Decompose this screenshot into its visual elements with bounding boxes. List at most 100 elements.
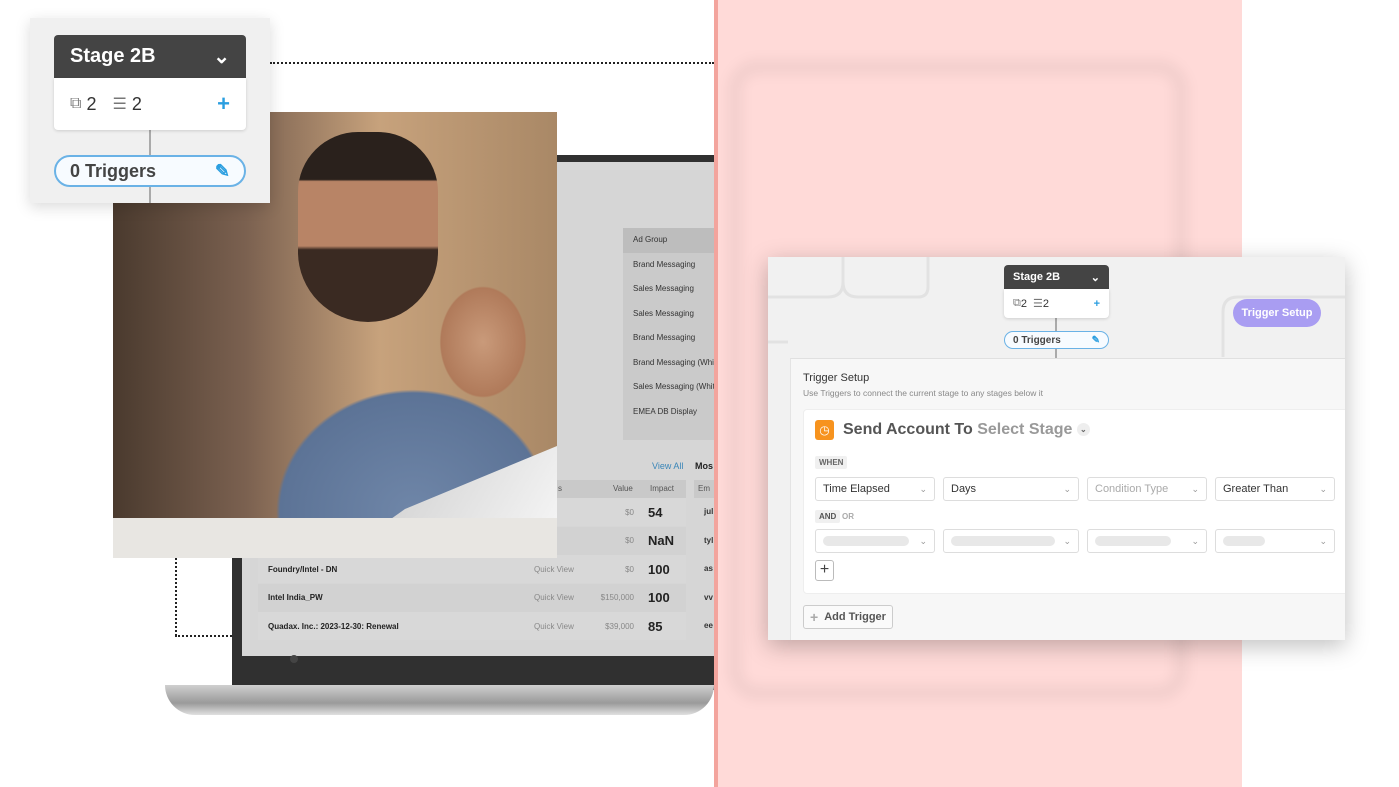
triggers-label: 0 Triggers	[70, 160, 157, 181]
cell-name: Intel India_PW	[268, 593, 323, 602]
chevron-down-icon: ⌄	[919, 483, 927, 494]
stage-header[interactable]: Stage 2B ⌄	[1004, 265, 1109, 289]
cell-action[interactable]: Quick View	[534, 622, 574, 631]
stage-title: Stage 2B	[1013, 271, 1061, 283]
stage-body: ⧉ 2 ☰ 2 +	[1004, 289, 1109, 318]
list-item[interactable]: Sales Messaging	[623, 302, 714, 327]
tasks-count: 2	[131, 93, 142, 114]
desk	[113, 518, 557, 558]
cell-value: $39,000	[605, 621, 634, 631]
list-item[interactable]: EMEA DB Display	[623, 400, 714, 425]
list-item[interactable]: Brand Messaging	[623, 326, 714, 351]
operator-select[interactable]: Greater Than ⌄	[1215, 477, 1335, 501]
cell-value: $150,000	[600, 593, 634, 602]
table-row[interactable]: Intel India_PW Quick View $150,000 100	[258, 583, 686, 612]
empty-select[interactable]: ⌄	[815, 529, 935, 553]
list-item[interactable]: Sales Messaging	[623, 277, 714, 302]
view-all-link[interactable]: View All	[652, 461, 683, 471]
chevron-down-icon[interactable]: ⌄	[213, 44, 230, 69]
section-title: Mos	[695, 461, 713, 471]
list-item[interactable]: Brand Messaging	[623, 253, 714, 278]
chevron-down-icon[interactable]: ⌄	[1091, 271, 1100, 284]
section-subtitle: Use Triggers to connect the current stag…	[803, 388, 1044, 398]
connector-line	[175, 635, 232, 637]
empty-select[interactable]: ⌄	[943, 529, 1079, 553]
or-toggle[interactable]: OR	[838, 510, 858, 523]
copy-icon: ⧉	[70, 95, 82, 112]
cell-email: vv	[704, 592, 713, 602]
chevron-down-icon: ⌄	[1319, 483, 1327, 494]
list-item[interactable]: Brand Messaging (Whi	[623, 351, 714, 376]
select-value: Greater Than	[1223, 483, 1289, 495]
cell-action[interactable]: Quick View	[534, 565, 574, 574]
stage-header[interactable]: Stage 2B ⌄	[54, 35, 246, 78]
cell-impact: NaN	[648, 533, 675, 548]
checklist-icon: ☰	[1032, 298, 1043, 310]
stage-title: Stage 2B	[70, 45, 156, 67]
when-label: WHEN	[815, 456, 848, 469]
empty-select[interactable]: ⌄	[1215, 529, 1335, 553]
add-button[interactable]: +	[1094, 298, 1100, 310]
connector-stem	[1055, 318, 1057, 332]
add-button[interactable]: +	[217, 91, 230, 117]
header-impact: Impact	[650, 484, 675, 493]
unit-select[interactable]: Days ⌄	[943, 477, 1079, 501]
add-trigger-label: Add Trigger	[824, 611, 886, 623]
cell-email: tyl	[704, 535, 714, 545]
table-row[interactable]: Foundry/Intel - DN Quick View $0 100	[258, 555, 686, 583]
select-value: Days	[951, 483, 977, 495]
section-title: Trigger Setup	[803, 372, 870, 384]
send-label: Send Account To	[843, 421, 973, 438]
condition-field-select[interactable]: Time Elapsed ⌄	[815, 477, 935, 501]
select-placeholder: Condition Type	[1095, 483, 1169, 495]
connector-line	[270, 62, 714, 64]
header-name: s	[558, 484, 562, 493]
condition-type-select[interactable]: Condition Type ⌄	[1087, 477, 1207, 501]
header-email: Em	[694, 480, 714, 498]
header-value: Value	[613, 484, 633, 493]
plus-icon: +	[810, 609, 819, 625]
checklist-icon: ☰	[112, 96, 127, 113]
cell-value: $0	[625, 564, 634, 574]
webcam	[290, 655, 298, 663]
stage-body: ⧉ 2 ☰ 2 +	[54, 78, 246, 130]
triggers-pill[interactable]: 0 Triggers ✎	[1004, 331, 1109, 349]
add-condition-button[interactable]: +	[815, 560, 834, 581]
stage-select[interactable]: Select Stage	[977, 421, 1072, 438]
list-item[interactable]: Sales Messaging (Whit	[623, 375, 714, 400]
cell-email: ee	[704, 621, 713, 630]
trigger-setup-pill[interactable]: Trigger Setup	[1233, 299, 1321, 327]
trigger-card: ◷ Send Account To Select Stage ⌄ WHEN Ti…	[803, 409, 1345, 594]
pencil-icon[interactable]: ✎	[215, 161, 230, 182]
add-trigger-button[interactable]: + Add Trigger	[803, 605, 893, 629]
triggers-label: 0 Triggers	[1013, 334, 1061, 346]
cell-value: $0	[625, 536, 634, 545]
clock-icon: ◷	[815, 420, 834, 440]
laptop-base	[165, 685, 714, 715]
list-header: Ad Group	[623, 228, 714, 253]
copies-count: 2	[86, 93, 97, 114]
chevron-down-icon: ⌄	[1063, 483, 1071, 494]
and-toggle[interactable]: AND	[815, 510, 841, 523]
cell-name: Quadax. Inc.: 2023-12-30: Renewal	[268, 621, 399, 631]
copies-count: 2	[1020, 297, 1027, 310]
cell-impact: 54	[648, 504, 663, 520]
pencil-icon[interactable]: ✎	[1092, 335, 1100, 346]
chevron-down-icon[interactable]: ⌄	[1076, 423, 1090, 437]
person	[298, 132, 438, 322]
triggers-pill[interactable]: 0 Triggers ✎	[54, 155, 246, 187]
tasks-count: 2	[1042, 297, 1049, 310]
table-row[interactable]: Quadax. Inc.: 2023-12-30: Renewal Quick V…	[258, 612, 686, 640]
cell-action[interactable]: Quick View	[534, 593, 574, 602]
cell-impact: 100	[648, 561, 670, 577]
select-value: Time Elapsed	[823, 483, 890, 495]
ad-group-list: Ad Group Brand Messaging Sales Messaging…	[623, 228, 714, 440]
trigger-setup-section: Trigger Setup Use Triggers to connect th…	[790, 358, 1345, 640]
trigger-title: Send Account To Select Stage ⌄	[843, 421, 1090, 439]
cell-name: Foundry/Intel - DN	[268, 564, 338, 574]
empty-select[interactable]: ⌄	[1087, 529, 1207, 553]
cell-value: $0	[625, 507, 634, 517]
cell-email: as	[704, 564, 713, 573]
cell-impact: 100	[648, 590, 670, 605]
chevron-down-icon: ⌄	[1191, 483, 1199, 494]
